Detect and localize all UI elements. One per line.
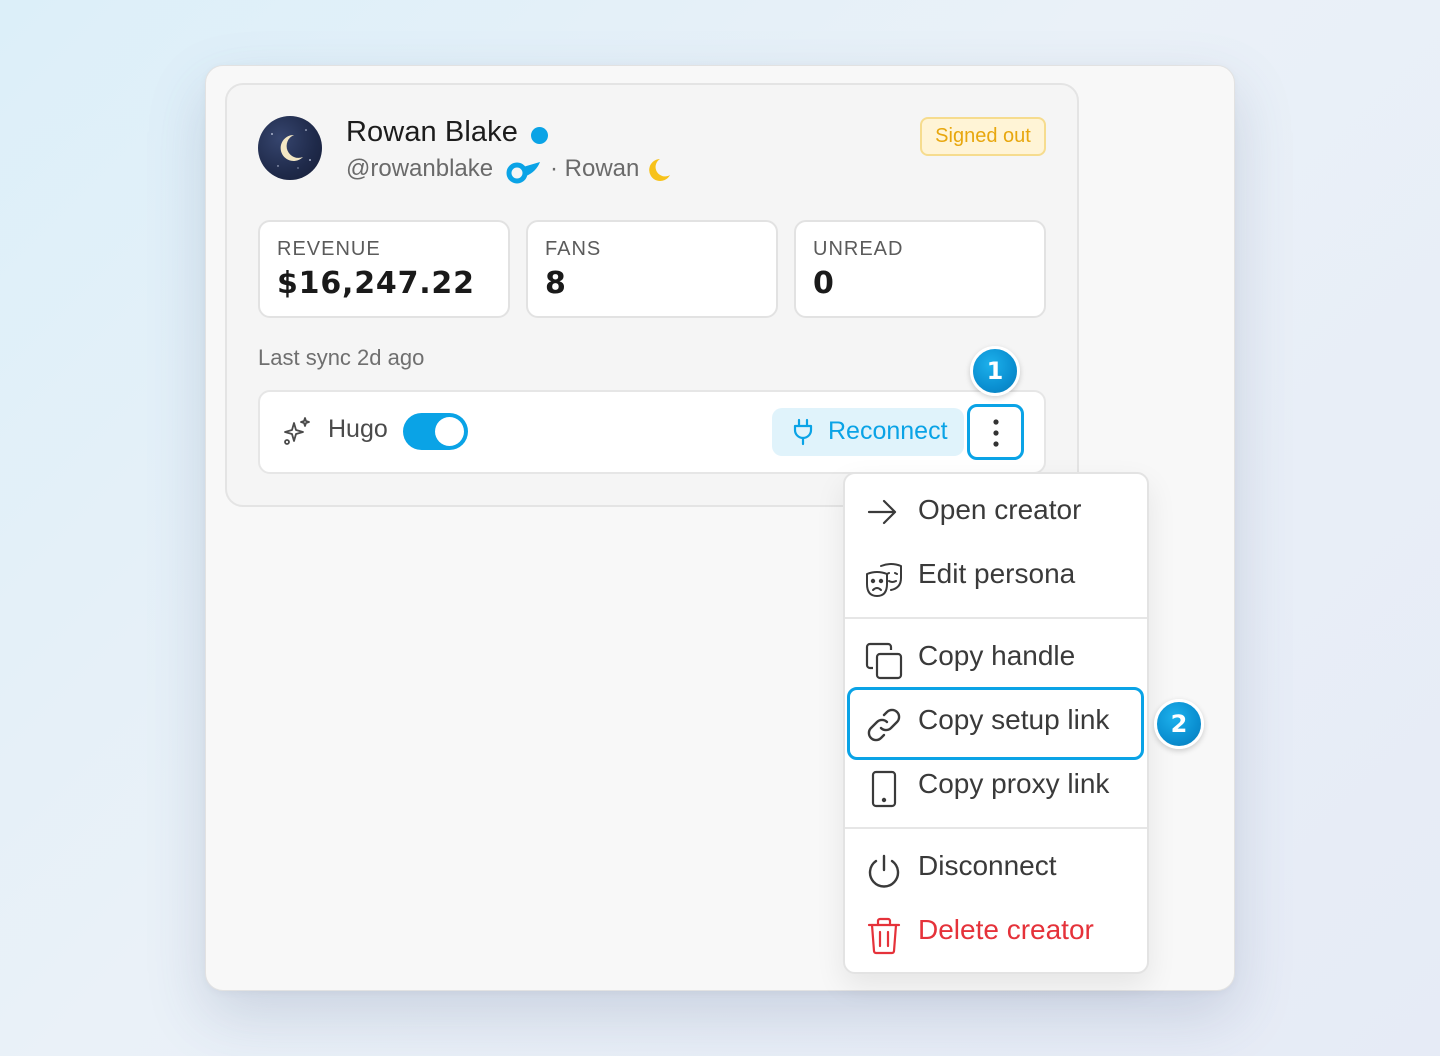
menu-item-edit-persona[interactable]: Edit persona	[845, 544, 1145, 608]
stat-label: REVENUE	[277, 238, 381, 260]
trash-icon	[867, 917, 901, 955]
stat-value: $16,247.22	[277, 266, 475, 301]
menu-item-label: Edit persona	[918, 558, 1076, 589]
step-marker-2: 2	[1154, 699, 1204, 749]
more-options-button[interactable]	[967, 404, 1024, 460]
ai-assistant-label: Hugo	[328, 415, 388, 443]
more-vertical-icon	[993, 419, 999, 447]
menu-divider	[845, 617, 1147, 619]
reconnect-button[interactable]: Reconnect	[772, 408, 964, 456]
stat-label: UNREAD	[813, 238, 904, 260]
menu-item-label: Copy proxy link	[918, 768, 1110, 799]
menu-item-copy-handle[interactable]: Copy handle	[845, 626, 1145, 690]
stat-revenue: REVENUE $16,247.22	[258, 220, 510, 318]
copy-icon	[865, 642, 903, 680]
menu-item-copy-proxy-link[interactable]: Copy proxy link	[845, 754, 1145, 818]
menu-item-label: Open creator	[918, 494, 1082, 525]
stat-unread: UNREAD 0	[794, 220, 1046, 318]
stat-label: FANS	[545, 238, 602, 260]
status-badge: Signed out	[920, 117, 1046, 156]
menu-divider	[845, 827, 1147, 829]
reconnect-label: Reconnect	[828, 417, 948, 445]
menu-item-disconnect[interactable]: Disconnect	[845, 836, 1145, 900]
stat-value: 8	[545, 266, 567, 301]
step-marker-1: 1	[970, 346, 1020, 396]
menu-item-label: Disconnect	[918, 850, 1057, 881]
menu-item-label: Delete creator	[918, 914, 1094, 945]
online-status-dot	[531, 127, 548, 144]
creator-name: Rowan Blake	[346, 116, 518, 148]
power-icon	[868, 854, 900, 888]
creator-handle: @rowanblake	[346, 155, 494, 182]
smartphone-icon	[871, 770, 897, 808]
theater-masks-icon	[866, 563, 902, 597]
stat-fans: FANS 8	[526, 220, 778, 318]
sparkles-icon	[282, 416, 312, 451]
menu-item-delete-creator[interactable]: Delete creator	[845, 900, 1145, 964]
toggle-knob	[435, 417, 464, 446]
crescent-moon-emoji-icon	[644, 157, 672, 188]
avatar[interactable]	[258, 116, 322, 180]
menu-item-label: Copy handle	[918, 640, 1076, 671]
onlyfans-icon	[506, 158, 542, 191]
menu-item-open-creator[interactable]: Open creator	[845, 480, 1145, 544]
stat-value: 0	[813, 266, 835, 301]
last-sync-text: Last sync 2d ago	[258, 345, 425, 370]
ai-assistant-toggle[interactable]	[403, 413, 468, 450]
plug-icon	[793, 418, 813, 446]
creator-display-name: · Rowan	[550, 155, 640, 182]
highlight-box	[847, 687, 1144, 760]
arrow-right-icon	[867, 499, 897, 525]
